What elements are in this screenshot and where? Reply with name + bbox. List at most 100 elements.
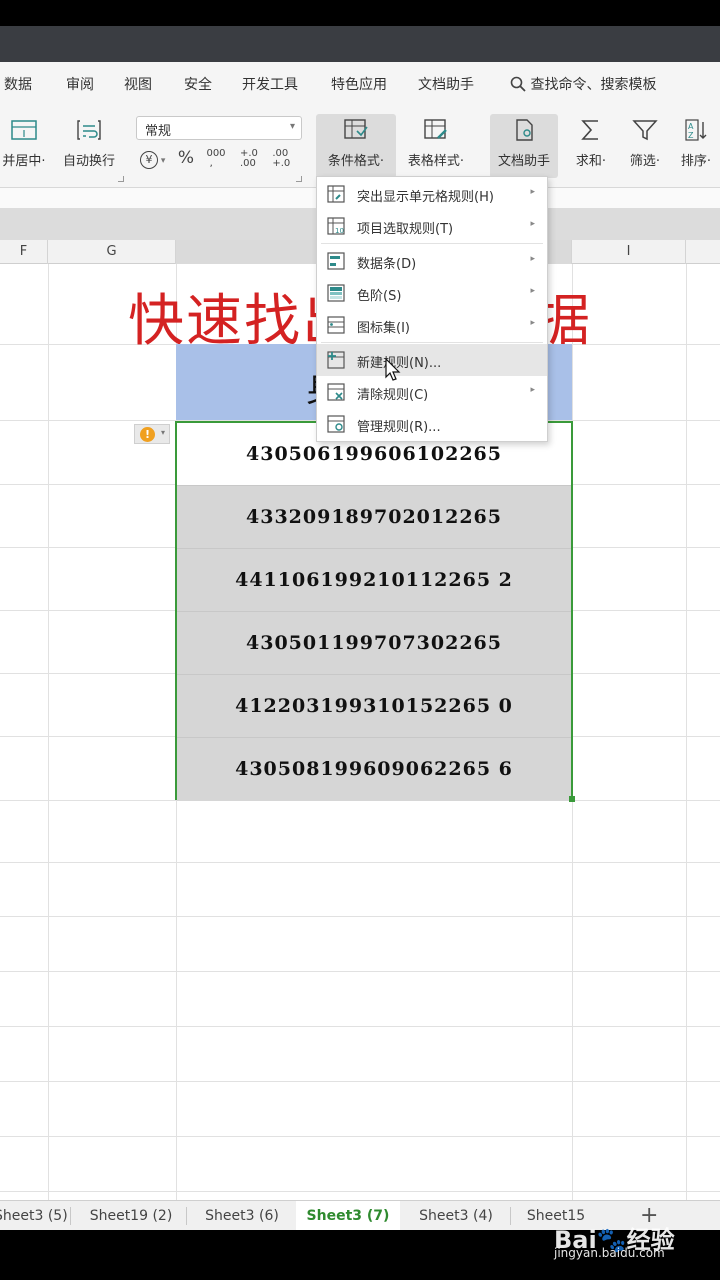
new-rule-icon [327, 351, 345, 369]
menu-security[interactable]: 安全 [184, 74, 212, 94]
sigma-icon [581, 120, 598, 140]
manage-rules-icon [327, 415, 345, 433]
conditional-format-button[interactable]: 条件格式· [316, 114, 396, 178]
menu-separator [321, 243, 543, 244]
menu-item-new-rule[interactable]: 新建规则(N)... [317, 344, 547, 376]
column-header-i[interactable]: I [572, 240, 686, 264]
menu-doc-assistant[interactable]: 文档助手 [418, 74, 474, 94]
grid-line [0, 1136, 720, 1137]
sum-button[interactable]: 求和· [566, 114, 616, 178]
command-search-label: 查找命令、搜索模板 [530, 77, 657, 93]
wrap-text-icon [77, 120, 101, 140]
menu-item-manage-rules[interactable]: 管理规则(R)... [317, 408, 547, 440]
sheet-tab[interactable]: Sheet3 (5) [0, 1201, 68, 1231]
filter-label: 筛选· [629, 154, 661, 169]
column-header-f[interactable]: F [0, 240, 48, 264]
filter-icon [632, 120, 658, 141]
menu-separator [321, 342, 543, 343]
decrease-decimal-icon[interactable]: .00 +.0 [272, 149, 290, 169]
sheet-tab[interactable]: Sheet3 (6) [190, 1201, 294, 1231]
fill-handle[interactable] [569, 796, 575, 802]
status-bar [0, 0, 720, 26]
currency-icon[interactable]: ¥ [140, 151, 158, 169]
table-style-label: 表格样式· [407, 154, 465, 169]
menu-item-highlight-rules[interactable]: 突出显示单元格规则(H) ▸ [317, 178, 547, 210]
grid-line [0, 1026, 720, 1027]
chevron-down-icon: ▾ [160, 428, 165, 437]
table-style-button[interactable]: 表格样式· [398, 114, 474, 178]
sheet-tab[interactable]: Sheet3 (4) [404, 1201, 508, 1231]
menu-bar: 数据 审阅 视图 安全 开发工具 特色应用 文档助手 查找命令、搜索模板 [0, 62, 720, 106]
document-icon [516, 119, 533, 141]
menu-item-label: 项目选取规则(T) [357, 222, 454, 237]
error-check-button[interactable]: ! ▾ [134, 424, 170, 444]
table-style-icon [424, 119, 447, 139]
sum-label: 求和· [575, 154, 607, 169]
doc-assistant-button[interactable]: 文档助手 [490, 114, 558, 178]
id-cell[interactable]: 441106199210112265 2 [177, 549, 571, 612]
menu-item-data-bars[interactable]: 数据条(D) ▸ [317, 245, 547, 277]
tab-divider [510, 1207, 511, 1225]
sheet-tab[interactable]: Sheet19 (2) [78, 1201, 184, 1231]
menu-item-label: 突出显示单元格规则(H) [357, 190, 494, 205]
icon-sets-icon [327, 316, 345, 334]
number-dialog-launcher[interactable] [296, 176, 302, 182]
chevron-right-icon: ▸ [530, 318, 535, 328]
column-header-g[interactable]: G [48, 240, 176, 264]
sort-label: 排序· [680, 154, 712, 169]
percent-icon[interactable]: % [178, 148, 194, 168]
highlight-rules-icon [327, 185, 345, 203]
tab-divider [186, 1207, 187, 1225]
conditional-format-label: 条件格式· [327, 154, 385, 169]
tab-divider [70, 1207, 71, 1225]
merge-cells-icon [11, 120, 37, 140]
sheet-tab-active[interactable]: Sheet3 (7) [296, 1201, 400, 1231]
chevron-right-icon: ▸ [530, 286, 535, 296]
grid-line [0, 916, 720, 917]
grid-line [686, 264, 687, 1200]
sort-button[interactable]: AZ 排序· [672, 114, 720, 178]
grid-line [0, 1081, 720, 1082]
wrap-text-button[interactable]: 自动换行 [56, 114, 122, 178]
menu-item-label: 图标集(I) [357, 321, 410, 336]
menu-developer[interactable]: 开发工具 [242, 74, 298, 94]
id-cell[interactable]: 412203199310152265 0 [177, 675, 571, 738]
menu-item-icon-sets[interactable]: 图标集(I) ▸ [317, 309, 547, 341]
number-format-select[interactable]: 常规 ▾ [136, 116, 302, 140]
search-icon [510, 76, 526, 92]
color-scales-icon [327, 284, 345, 302]
alignment-dialog-launcher[interactable] [118, 176, 124, 182]
id-cell[interactable]: 433209189702012265 [177, 486, 571, 549]
svg-text:Z: Z [688, 131, 694, 140]
increase-decimal-icon[interactable]: +.0.00 [240, 149, 258, 169]
wrap-text-label: 自动换行 [62, 154, 115, 169]
command-search[interactable]: 查找命令、搜索模板 [510, 74, 656, 94]
clear-rules-icon [327, 383, 345, 401]
menu-review[interactable]: 审阅 [66, 74, 94, 94]
menu-item-label: 色阶(S) [357, 289, 402, 304]
conditional-format-menu: 突出显示单元格规则(H) ▸ 10 项目选取规则(T) ▸ 数据条(D) ▸ 色… [316, 176, 548, 442]
mouse-cursor-icon [385, 358, 401, 381]
menu-view[interactable]: 视图 [124, 74, 152, 94]
watermark-url: jingyan.baidu.com [554, 1246, 665, 1260]
id-cell[interactable]: 430501199707302265 [177, 612, 571, 675]
warning-icon: ! [140, 427, 155, 442]
chevron-right-icon: ▸ [530, 187, 535, 197]
menu-item-color-scales[interactable]: 色阶(S) ▸ [317, 277, 547, 309]
merge-center-button[interactable]: 并居中· [0, 114, 48, 178]
number-format-row: ¥ ▾ % 000 , +.0.00 .00 +.0 [140, 148, 290, 169]
sort-icon: AZ [685, 119, 707, 141]
menu-item-label: 管理规则(R)... [357, 420, 441, 435]
menu-data[interactable]: 数据 [4, 74, 32, 94]
number-format-value: 常规 [145, 124, 172, 139]
menu-item-top-bottom-rules[interactable]: 10 项目选取规则(T) ▸ [317, 210, 547, 242]
grid-line [0, 971, 720, 972]
selected-range[interactable]: 430506199606102265 433209189702012265 44… [175, 421, 573, 801]
thousands-icon[interactable]: 000 , [206, 149, 225, 169]
filter-button[interactable]: 筛选· [620, 114, 670, 178]
menu-item-clear-rules[interactable]: 清除规则(C) ▸ [317, 376, 547, 408]
title-strip [0, 26, 720, 62]
id-cell[interactable]: 430508199609062265 6 [177, 738, 571, 801]
menu-features[interactable]: 特色应用 [331, 74, 387, 94]
svg-text:A: A [688, 122, 694, 131]
